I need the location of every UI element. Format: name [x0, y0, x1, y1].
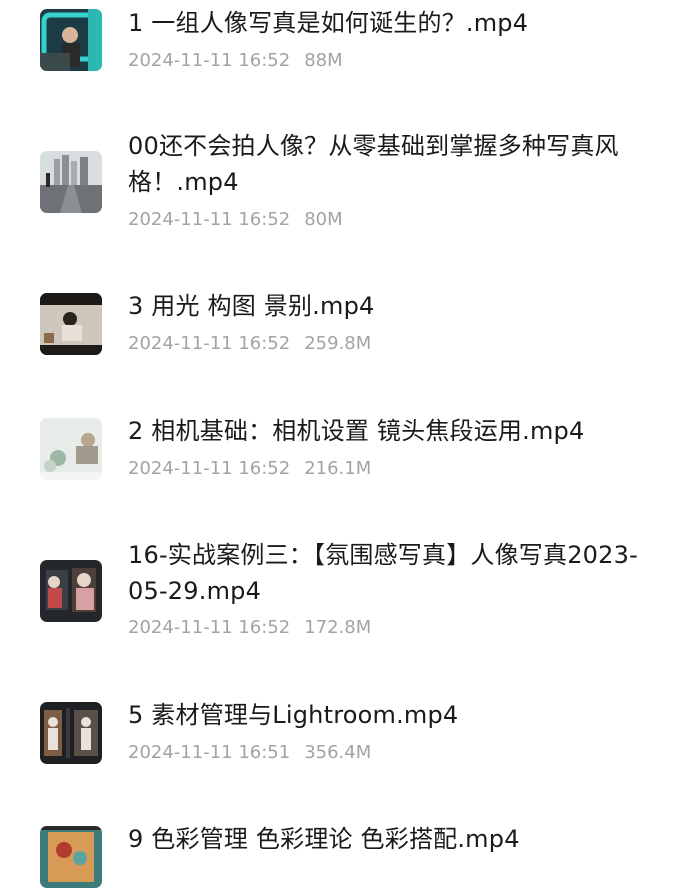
file-meta: 2024-11-11 16:52 88M	[128, 49, 343, 73]
video-thumbnail	[40, 9, 102, 71]
file-title: 2 相机基础：相机设置 镜头焦段运用.mp4	[128, 417, 585, 445]
file-title: 16-实战案例三：【氛围感写真】人像写真2023-05-29.mp4	[128, 541, 638, 605]
video-thumbnail	[40, 826, 102, 888]
file-date: 2024-11-11 16:52	[128, 617, 291, 638]
file-title: 3 用光 构图 景别.mp4	[128, 292, 375, 320]
video-thumbnail	[40, 151, 102, 213]
file-size: 216.1M	[304, 458, 372, 479]
file-size: 259.8M	[304, 333, 372, 354]
file-meta: 2024-11-11 16:52 259.8M	[128, 332, 371, 356]
file-size: 88M	[304, 50, 343, 71]
file-title: 1 一组人像写真是如何诞生的？.mp4	[128, 9, 529, 37]
file-meta: 2024-11-11 16:52 172.8M	[128, 616, 371, 640]
file-title: 5 素材管理与Lightroom.mp4	[128, 701, 459, 729]
video-thumbnail	[40, 702, 102, 764]
file-size: 80M	[304, 209, 343, 230]
file-size: 172.8M	[304, 617, 372, 638]
file-date: 2024-11-11 16:51	[128, 742, 291, 763]
video-thumbnail	[40, 418, 102, 480]
file-meta: 2024-11-11 16:52 80M	[128, 208, 343, 232]
file-date: 2024-11-11 16:52	[128, 209, 291, 230]
file-meta: 2024-11-11 16:52 216.1M	[128, 457, 371, 481]
file-date: 2024-11-11 16:52	[128, 458, 291, 479]
file-title: 00还不会拍人像？从零基础到掌握多种写真风格！.mp4	[128, 132, 619, 196]
file-meta: 2024-11-11 16:51 356.4M	[128, 741, 371, 765]
file-date: 2024-11-11 16:52	[128, 333, 291, 354]
video-thumbnail	[40, 560, 102, 622]
file-size: 356.4M	[304, 742, 372, 763]
file-date: 2024-11-11 16:52	[128, 50, 291, 71]
video-thumbnail	[40, 293, 102, 355]
file-title: 9 色彩管理 色彩理论 色彩搭配.mp4	[128, 825, 520, 853]
